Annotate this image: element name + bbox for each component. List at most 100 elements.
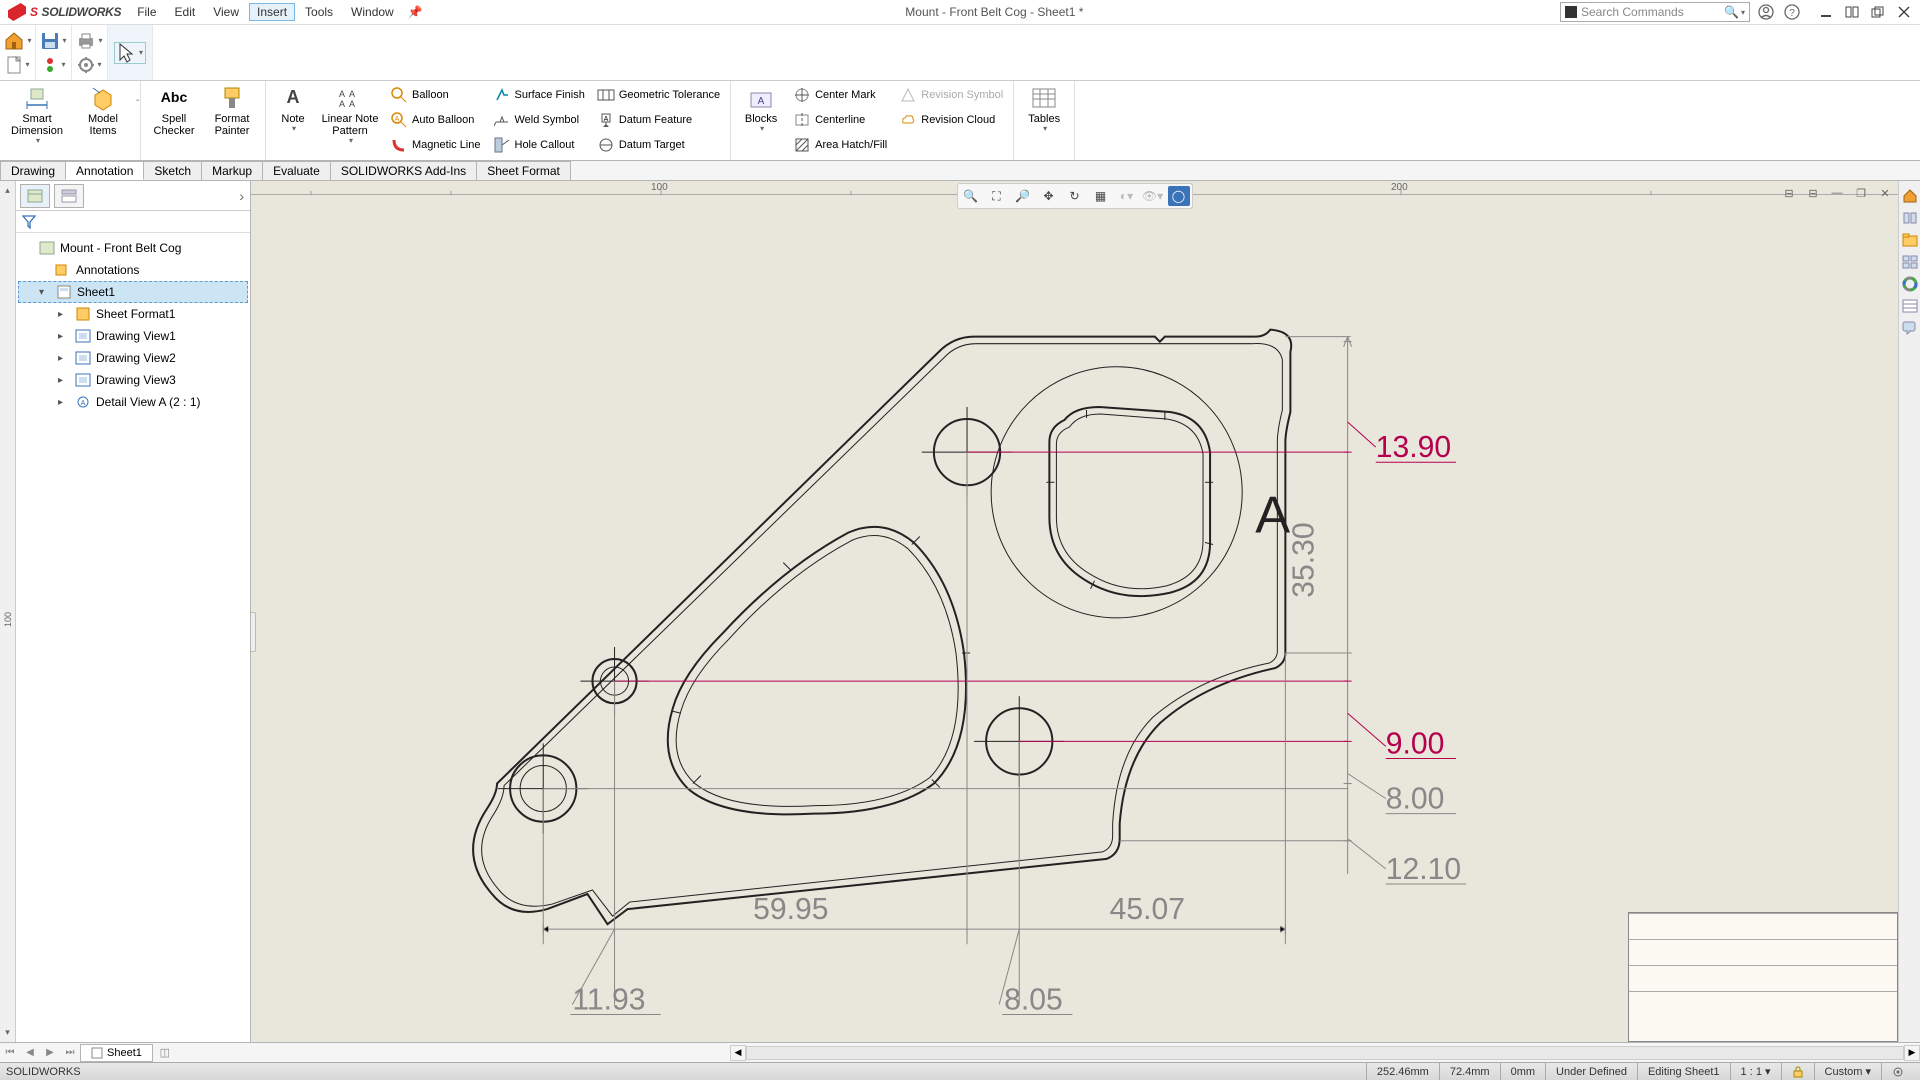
- zoom-fit-icon[interactable]: 🔍: [960, 186, 982, 206]
- help-icon[interactable]: ?: [1782, 2, 1802, 22]
- view-orientation-icon[interactable]: ▦: [1090, 186, 1112, 206]
- menu-tools[interactable]: Tools: [297, 3, 341, 21]
- menu-edit[interactable]: Edit: [167, 3, 204, 21]
- area-hatch-button[interactable]: Area Hatch/Fill: [789, 133, 891, 157]
- spell-checker-button[interactable]: Abc Spell Checker: [147, 83, 201, 139]
- dim-1390[interactable]: 13.90: [1376, 431, 1451, 464]
- note-button[interactable]: A Note ▾: [272, 83, 314, 136]
- layout-button[interactable]: [1844, 4, 1860, 20]
- dim-1193[interactable]: 11.93: [572, 984, 645, 1017]
- left-scroll-bar[interactable]: ▴ 100 ▾: [0, 181, 16, 1042]
- dim-3530[interactable]: 35.30: [1287, 522, 1320, 597]
- doc-minimize-icon[interactable]: —: [1828, 185, 1846, 201]
- balloon-button[interactable]: Balloon: [386, 83, 485, 107]
- format-painter-button[interactable]: Format Painter: [205, 83, 259, 139]
- new-button[interactable]: ▾: [6, 54, 30, 76]
- center-mark-button[interactable]: Center Mark: [789, 83, 891, 107]
- dim-805[interactable]: 8.05: [1004, 984, 1063, 1017]
- zoom-window-icon[interactable]: 🔎: [1012, 186, 1034, 206]
- doc-close-icon[interactable]: ✕: [1876, 185, 1894, 201]
- dim-1210[interactable]: 12.10: [1386, 853, 1461, 886]
- overflow-icon[interactable]: ˇ: [136, 99, 150, 107]
- pan-icon[interactable]: ✥: [1038, 186, 1060, 206]
- custom-properties-icon[interactable]: [1901, 297, 1919, 315]
- options-button[interactable]: ▾: [78, 54, 102, 76]
- feature-tree-tab[interactable]: [20, 184, 50, 208]
- close-button[interactable]: [1896, 4, 1912, 20]
- tab-sheet-format[interactable]: Sheet Format: [476, 161, 571, 180]
- menu-file[interactable]: File: [129, 3, 164, 21]
- datum-feature-button[interactable]: ADatum Feature: [593, 108, 724, 132]
- status-settings-icon[interactable]: [1881, 1063, 1914, 1080]
- tree-dv3[interactable]: ▸ Drawing View3: [18, 369, 248, 391]
- horizontal-scrollbar[interactable]: ◀ ▶: [730, 1044, 1920, 1062]
- print-button[interactable]: ▾: [77, 30, 103, 52]
- tab-annotation[interactable]: Annotation: [65, 161, 144, 180]
- tree-dv1[interactable]: ▸ Drawing View1: [18, 325, 248, 347]
- tree-sheet1[interactable]: ▾ Sheet1: [18, 281, 248, 303]
- display-style-icon[interactable]: ◐▾: [1116, 186, 1138, 206]
- tree-detail-a[interactable]: ▸ A Detail View A (2 : 1): [18, 391, 248, 413]
- magnetic-line-button[interactable]: Magnetic Line: [386, 133, 485, 157]
- revision-cloud-button[interactable]: Revision Cloud: [895, 108, 1007, 132]
- render-icon[interactable]: ◯: [1168, 186, 1190, 206]
- file-explorer-icon[interactable]: [1901, 231, 1919, 249]
- tree-sheet-format[interactable]: ▸ Sheet Format1: [18, 303, 248, 325]
- doc-restore-icon[interactable]: ❐: [1852, 185, 1870, 201]
- surface-finish-button[interactable]: Surface Finish: [489, 83, 589, 107]
- doc-next-icon[interactable]: ⊟: [1804, 185, 1822, 201]
- maximize-button[interactable]: [1870, 4, 1886, 20]
- dim-5995[interactable]: 59.95: [753, 893, 828, 926]
- dim-800[interactable]: 8.00: [1386, 783, 1445, 816]
- doc-prev-icon[interactable]: ⊟: [1780, 185, 1798, 201]
- tree-dv2[interactable]: ▸ Drawing View2: [18, 347, 248, 369]
- drawing-canvas[interactable]: 100 200 🔍 ⛶ 🔎 ✥ ↻ ▦ ◐▾ 👁▾ ◯ ⊟ ⊟ — ❐ ✕: [251, 181, 1898, 1042]
- tree-root[interactable]: Mount - Front Belt Cog: [18, 237, 248, 259]
- dim-4507[interactable]: 45.07: [1110, 893, 1185, 926]
- select-button[interactable]: ▾: [114, 42, 146, 64]
- menu-window[interactable]: Window: [343, 3, 402, 21]
- home-task-icon[interactable]: [1901, 187, 1919, 205]
- status-custom[interactable]: Custom ▾: [1814, 1063, 1881, 1080]
- search-commands[interactable]: Search Commands 🔍 ▾: [1560, 2, 1750, 22]
- sheet-tab-sheet1[interactable]: Sheet1: [80, 1044, 153, 1062]
- pin-icon[interactable]: 📌: [402, 5, 429, 19]
- tab-drawing[interactable]: Drawing: [0, 161, 66, 180]
- minimize-button[interactable]: [1818, 4, 1834, 20]
- weld-symbol-button[interactable]: Weld Symbol: [489, 108, 589, 132]
- status-lock-icon[interactable]: [1781, 1063, 1814, 1080]
- auto-balloon-button[interactable]: AAuto Balloon: [386, 108, 485, 132]
- centerline-button[interactable]: Centerline: [789, 108, 891, 132]
- rebuild-button[interactable]: ▾: [42, 54, 66, 76]
- hide-show-icon[interactable]: 👁▾: [1142, 186, 1164, 206]
- hole-callout-button[interactable]: Hole Callout: [489, 133, 589, 157]
- add-sheet-icon[interactable]: ◫: [153, 1046, 177, 1059]
- datum-target-button[interactable]: Datum Target: [593, 133, 724, 157]
- view-palette-icon[interactable]: [1901, 253, 1919, 271]
- blocks-button[interactable]: A Blocks ▾: [737, 83, 785, 136]
- tree-annotations[interactable]: Annotations: [18, 259, 248, 281]
- dim-900[interactable]: 9.00: [1386, 727, 1445, 760]
- filter-row[interactable]: [16, 211, 250, 233]
- rotate-icon[interactable]: ↻: [1064, 186, 1086, 206]
- library-icon[interactable]: [1901, 209, 1919, 227]
- tab-addins[interactable]: SOLIDWORKS Add-Ins: [330, 161, 477, 180]
- tables-button[interactable]: Tables ▾: [1020, 83, 1068, 136]
- user-icon[interactable]: [1756, 2, 1776, 22]
- tab-sketch[interactable]: Sketch: [143, 161, 202, 180]
- search-dropdown-icon[interactable]: ▾: [1741, 8, 1745, 17]
- status-scale[interactable]: 1 : 1 ▾: [1730, 1063, 1781, 1080]
- save-button[interactable]: ▾: [41, 30, 67, 52]
- smart-dimension-button[interactable]: Smart Dimension ▾: [6, 83, 68, 148]
- revision-symbol-button[interactable]: Revision Symbol: [895, 83, 1007, 107]
- home-button[interactable]: ▾: [4, 30, 32, 52]
- geometric-tolerance-button[interactable]: Geometric Tolerance: [593, 83, 724, 107]
- linear-note-pattern-button[interactable]: AAAA Linear Note Pattern ▾: [318, 83, 382, 148]
- tab-evaluate[interactable]: Evaluate: [262, 161, 331, 180]
- collapse-tree-icon[interactable]: ›: [239, 188, 244, 204]
- split-handle[interactable]: [251, 612, 256, 652]
- menu-insert[interactable]: Insert: [249, 3, 295, 21]
- zoom-area-icon[interactable]: ⛶: [986, 186, 1008, 206]
- appearances-icon[interactable]: [1901, 275, 1919, 293]
- forum-icon[interactable]: [1901, 319, 1919, 337]
